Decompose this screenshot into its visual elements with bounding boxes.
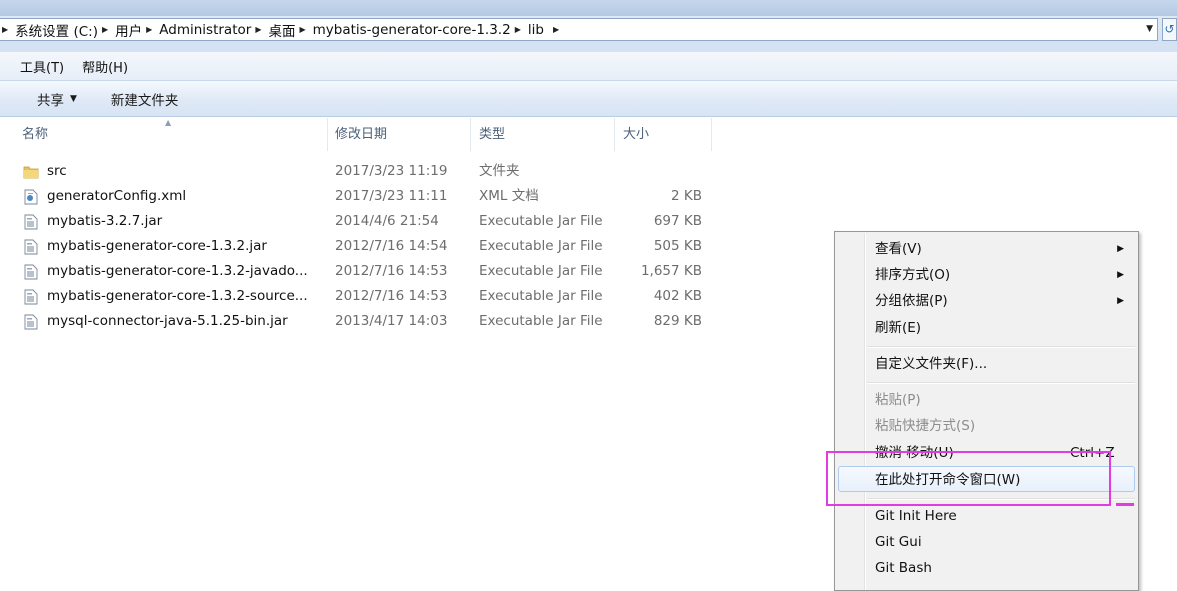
- window-title-strip: [0, 0, 1177, 16]
- menu-item-customize-folder[interactable]: 自定义文件夹(F)...: [838, 351, 1135, 377]
- jar-file-icon: [23, 314, 39, 330]
- menu-help[interactable]: 帮助(H): [82, 57, 128, 76]
- breadcrumb-item-lib[interactable]: ▶ lib ▶: [511, 19, 566, 40]
- column-header-size[interactable]: 大小: [617, 118, 712, 151]
- command-toolbar: 共享 ▼ 新建文件夹: [0, 81, 1177, 117]
- file-row-src[interactable]: src 2017/3/23 11:19 文件夹: [20, 159, 720, 184]
- submenu-arrow-icon: ▶: [1117, 296, 1124, 306]
- chevron-right-icon[interactable]: ▶: [553, 25, 559, 34]
- chevron-right-icon[interactable]: ▶: [102, 25, 108, 34]
- folder-icon: [23, 164, 39, 180]
- menu-item-group-by[interactable]: 分组依据(P) ▶: [838, 288, 1135, 314]
- file-row-generator-sources[interactable]: mybatis-generator-core-1.3.2-source... 2…: [20, 284, 720, 309]
- menu-item-git-gui[interactable]: Git Gui: [838, 529, 1135, 555]
- breadcrumb-item-administrator[interactable]: ▶ Administrator: [142, 19, 251, 40]
- chevron-down-icon: ▼: [70, 93, 77, 104]
- refresh-button[interactable]: ↺: [1162, 18, 1177, 41]
- chevron-right-icon[interactable]: ▶: [515, 25, 521, 34]
- breadcrumb-item-project[interactable]: ▶ mybatis-generator-core-1.3.2: [295, 19, 510, 40]
- jar-file-icon: [23, 214, 39, 230]
- menu-separator: [867, 346, 1135, 348]
- file-row-generator-core-jar[interactable]: mybatis-generator-core-1.3.2.jar 2012/7/…: [20, 234, 720, 259]
- chevron-right-icon[interactable]: ▶: [2, 25, 8, 34]
- share-button[interactable]: 共享 ▼: [37, 89, 77, 109]
- menu-item-paste[interactable]: 粘贴(P): [838, 387, 1135, 413]
- menu-separator: [867, 382, 1135, 384]
- column-header-name[interactable]: 名称: [16, 118, 328, 151]
- menu-item-git-init[interactable]: Git Init Here: [838, 503, 1135, 529]
- submenu-arrow-icon: ▶: [1117, 244, 1124, 254]
- breadcrumb[interactable]: ▶ 系统设置 (C:) ▶ 用户 ▶ Administrator ▶ 桌面 ▶ …: [0, 18, 1158, 41]
- menu-item-sort-by[interactable]: 排序方式(O) ▶: [838, 262, 1135, 288]
- chevron-right-icon[interactable]: ▶: [255, 25, 261, 34]
- menu-bar: 工具(T) 帮助(H): [0, 52, 1177, 81]
- menu-item-refresh[interactable]: 刷新(E): [838, 315, 1135, 341]
- jar-file-icon: [23, 264, 39, 280]
- address-history-dropdown-icon[interactable]: ▼: [1146, 24, 1153, 34]
- breadcrumb-item-desktop[interactable]: ▶ 桌面: [251, 19, 295, 40]
- breadcrumb-item-drive[interactable]: ▶ 系统设置 (C:): [0, 19, 98, 40]
- file-row-mybatis-jar[interactable]: mybatis-3.2.7.jar 2014/4/6 21:54 Executa…: [20, 209, 720, 234]
- chevron-right-icon[interactable]: ▶: [146, 25, 152, 34]
- menu-item-paste-shortcut[interactable]: 粘贴快捷方式(S): [838, 413, 1135, 439]
- file-row-mysql-connector[interactable]: mysql-connector-java-5.1.25-bin.jar 2013…: [20, 309, 720, 334]
- file-row-generator-javadoc[interactable]: mybatis-generator-core-1.3.2-javado... 2…: [20, 259, 720, 284]
- jar-file-icon: [23, 239, 39, 255]
- menu-tools[interactable]: 工具(T): [20, 57, 64, 76]
- menu-item-view[interactable]: 查看(V) ▶: [838, 236, 1135, 262]
- column-header-date[interactable]: 修改日期: [329, 118, 471, 151]
- column-header-type[interactable]: 类型: [473, 118, 615, 151]
- menu-item-git-bash[interactable]: Git Bash: [838, 555, 1135, 581]
- share-label: 共享: [37, 92, 64, 109]
- jar-file-icon: [23, 289, 39, 305]
- address-bar: ▶ 系统设置 (C:) ▶ 用户 ▶ Administrator ▶ 桌面 ▶ …: [0, 16, 1177, 44]
- menu-bar-top: [0, 44, 1177, 52]
- highlight-marker: [1116, 503, 1134, 506]
- column-headers: ▲ 名称 修改日期 类型 大小: [0, 118, 712, 151]
- highlight-box: [826, 451, 1111, 506]
- file-row-generatorconfig[interactable]: generatorConfig.xml 2017/3/23 11:11 XML …: [20, 184, 720, 209]
- submenu-arrow-icon: ▶: [1117, 270, 1124, 280]
- breadcrumb-item-users[interactable]: ▶ 用户: [98, 19, 142, 40]
- xml-file-icon: [23, 189, 39, 205]
- new-folder-button[interactable]: 新建文件夹: [111, 89, 179, 109]
- context-menu: 查看(V) ▶ 排序方式(O) ▶ 分组依据(P) ▶ 刷新(E) 自定义文件夹…: [834, 231, 1139, 591]
- chevron-right-icon[interactable]: ▶: [299, 25, 305, 34]
